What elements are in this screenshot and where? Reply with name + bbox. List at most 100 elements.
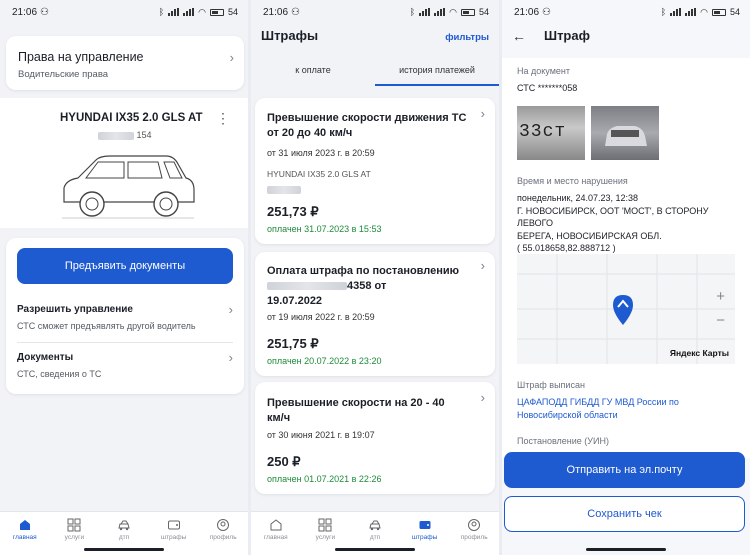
battery-icon (209, 8, 224, 16)
issuer-line[interactable]: Новосибирской области (517, 409, 742, 422)
bluetooth-icon: ᛒ (660, 7, 667, 17)
status-bar: 21:06 ⚇ ᛒ ◠ 54 (251, 0, 499, 24)
place-info: понедельник, 24.07.23, 12:38 Г. НОВОСИБИ… (517, 192, 742, 255)
zoom-in-button[interactable]: + (716, 288, 725, 305)
map-pin-icon (613, 295, 633, 325)
fine-card[interactable]: Оплата штрафа по постановлению 4358 от 19.… (255, 252, 495, 376)
tab-profile[interactable]: профиль (199, 518, 247, 541)
plate-suffix: 154 (136, 130, 152, 140)
place-line: Г. НОВОСИБИРСК, ООТ 'МОСТ', В СТОРОНУ ЛЕ… (517, 205, 709, 229)
status-time: 21:06 (12, 6, 38, 18)
grid-icon (67, 518, 81, 532)
tab-payment-history[interactable]: история платежей (375, 60, 499, 86)
car-crash-icon (118, 520, 130, 531)
tab-home[interactable]: главная (252, 518, 300, 541)
home-indicator (84, 548, 164, 551)
document-label: На документ (517, 66, 570, 76)
save-receipt-button[interactable]: Сохранить чек (504, 496, 745, 532)
fine-title: Оплата штрафа по постановлению 4358 от 19.… (267, 265, 460, 307)
profile-icon (217, 519, 230, 531)
documents-subtitle: СТС, сведения о ТС (17, 369, 102, 379)
wallet-icon (419, 521, 431, 529)
car-crash-icon (369, 520, 381, 531)
tab-home[interactable]: главная (1, 518, 49, 541)
zoom-out-button[interactable]: − (716, 312, 725, 329)
signal2-icon (685, 8, 697, 16)
status-time: 21:06 (263, 6, 289, 18)
fine-paid-status: оплачен 31.07.2023 в 15:53 (267, 224, 382, 234)
chevron-right-icon: › (229, 50, 234, 65)
chevron-right-icon: › (480, 106, 485, 121)
tab-fines[interactable]: штрафы (401, 518, 449, 541)
bluetooth-icon: ᛒ (158, 7, 165, 17)
fine-card[interactable]: Превышение скорости на 20 - 40 км/ч › от… (255, 382, 495, 494)
vehicle-section: HYUNDAI IX35 2.0 GLS AT 154 ⋮ (0, 98, 248, 228)
fine-amount: 251,75 ₽ (267, 336, 319, 351)
filters-link[interactable]: фильтры (445, 32, 489, 43)
page-title: Штрафы (261, 28, 319, 43)
fine-vehicle: HYUNDAI IX35 2.0 GLS AT (267, 169, 371, 179)
place-label: Время и место нарушения (517, 176, 628, 186)
present-documents-button[interactable]: Предъявить документы (17, 248, 233, 284)
violation-photo[interactable] (591, 106, 659, 160)
fine-card[interactable]: Превышение скорости движения ТС от 20 до… (255, 98, 495, 244)
photo-plate-text: 33ст (519, 122, 567, 142)
document-value: СТС *******058 (517, 83, 578, 93)
signal-icon (419, 8, 431, 16)
chevron-right-icon: › (228, 350, 233, 365)
place-line: БЕРЕГА, НОВОСИБИРСКАЯ ОБЛ. (517, 230, 662, 241)
fine-title: Превышение скорости на 20 - 40 км/ч (267, 397, 445, 424)
home-indicator (335, 548, 415, 551)
allow-title: Разрешить управление (17, 304, 133, 315)
chevron-right-icon: › (228, 302, 233, 317)
allow-driving-row[interactable]: Разрешить управление СТС сможет предъявл… (17, 302, 233, 338)
violation-photo[interactable]: 33ст (517, 106, 585, 160)
issuer-info: ЦАФАПОДД ГИБДД ГУ МВД России по Новосиби… (517, 396, 742, 421)
back-arrow-icon[interactable]: ← (512, 28, 526, 44)
place-line: ( 55.018658,82.888712 ) (517, 243, 616, 253)
battery-icon (711, 8, 726, 16)
notification-icon: ⚇ (542, 6, 551, 18)
fine-date: от 30 июня 2021 г. в 19:07 (267, 430, 375, 440)
issuer-line[interactable]: ЦАФАПОДД ГИБДД ГУ МВД России по (517, 396, 742, 409)
chevron-right-icon: › (480, 390, 485, 405)
vehicle-name: HYUNDAI IX35 2.0 GLS AT (60, 112, 203, 124)
fine-title: Превышение скорости движения ТС от 20 до… (267, 112, 467, 139)
actions-card: Предъявить документы Разрешить управлени… (6, 238, 244, 394)
tab-profile[interactable]: профиль (450, 518, 498, 541)
send-email-button[interactable]: Отправить на эл.почту (504, 452, 745, 488)
home-icon (270, 519, 282, 531)
battery-level: 54 (729, 7, 740, 17)
battery-level: 54 (227, 7, 238, 17)
documents-title: Документы (17, 352, 74, 363)
status-bar: 21:06 ⚇ ᛒ ◠ 54 (502, 0, 750, 24)
tab-accident[interactable]: дтп (100, 518, 148, 541)
fine-amount: 250 ₽ (267, 454, 301, 469)
license-card[interactable]: Права на управление Водительские права › (6, 36, 244, 90)
profile-icon (468, 519, 481, 531)
vehicle-plate: 154 (98, 130, 152, 140)
license-subtitle: Водительские права (18, 69, 109, 80)
more-vertical-icon[interactable]: ⋮ (216, 110, 230, 127)
chevron-right-icon: › (480, 258, 485, 273)
divider (17, 342, 233, 343)
fine-paid-status: оплачен 20.07.2022 в 23:20 (267, 356, 382, 366)
bluetooth-icon: ᛒ (409, 7, 416, 17)
signal-icon (168, 8, 180, 16)
fines-tabs: к оплате история платежей (251, 60, 499, 86)
documents-row[interactable]: Документы СТС, сведения о ТС › (17, 350, 233, 386)
notification-icon: ⚇ (291, 6, 300, 18)
tab-accident[interactable]: дтп (351, 518, 399, 541)
fine-paid-status: оплачен 01.07.2021 в 22:26 (267, 474, 382, 484)
place-line: понедельник, 24.07.23, 12:38 (517, 193, 639, 203)
home-icon (19, 520, 30, 530)
home-indicator (586, 548, 666, 551)
signal2-icon (183, 8, 195, 16)
tab-services[interactable]: услуги (50, 518, 98, 541)
map[interactable]: + − Яндекс Карты (517, 254, 735, 364)
tab-fines[interactable]: штрафы (150, 518, 198, 541)
car-photo-icon (605, 126, 647, 146)
decree-label: Постановление (УИН) (517, 436, 609, 446)
tab-services[interactable]: услуги (301, 518, 349, 541)
tab-to-pay[interactable]: к оплате (251, 60, 375, 86)
